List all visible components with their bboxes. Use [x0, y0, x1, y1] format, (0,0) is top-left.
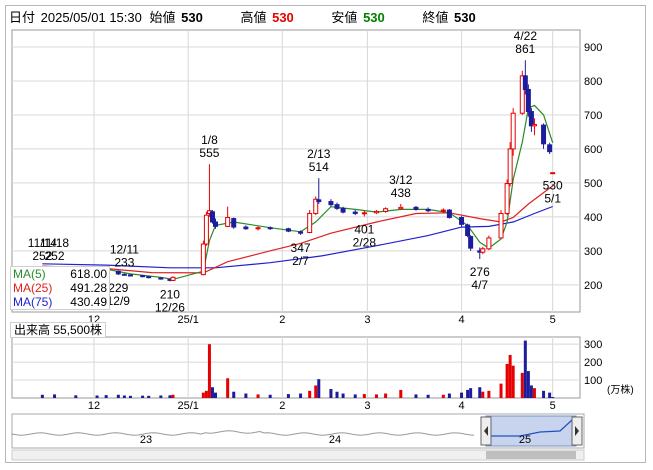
legend-ma75-value: 430.49: [70, 295, 107, 309]
legend-ma5: MA(5) 618.00: [11, 267, 109, 281]
legend-ma75: MA(75) 430.49: [11, 295, 109, 309]
close-value: 530: [454, 10, 476, 25]
date-value: 2025/05/01 15:30: [40, 10, 142, 25]
legend-ma5-name: MA(5): [13, 267, 46, 281]
open-value: 530: [181, 10, 203, 25]
low-label: 安値: [331, 10, 358, 25]
legend-ma25: MA(25) 491.28: [11, 281, 109, 295]
volume-title: 出来高 55,500株: [10, 322, 107, 338]
high-label: 高値: [240, 10, 267, 25]
legend-ma5-value: 618.00: [70, 267, 107, 281]
legend-ma25-value: 491.28: [70, 281, 107, 295]
price-header: 日付 2025/05/01 15:30 始値 530 高値 530 安値 530…: [9, 9, 476, 27]
legend-ma25-name: MA(25): [13, 281, 53, 295]
chart-frame: [5, 5, 646, 463]
open-label: 始値: [149, 10, 176, 25]
legend-ma75-name: MA(75): [13, 295, 53, 309]
low-value: 530: [363, 10, 385, 25]
ma-legend: MA(5) 618.00 MA(25) 491.28 MA(75) 430.49: [10, 266, 110, 310]
close-label: 終値: [422, 10, 449, 25]
date-label: 日付: [9, 10, 36, 25]
high-value: 530: [272, 10, 294, 25]
